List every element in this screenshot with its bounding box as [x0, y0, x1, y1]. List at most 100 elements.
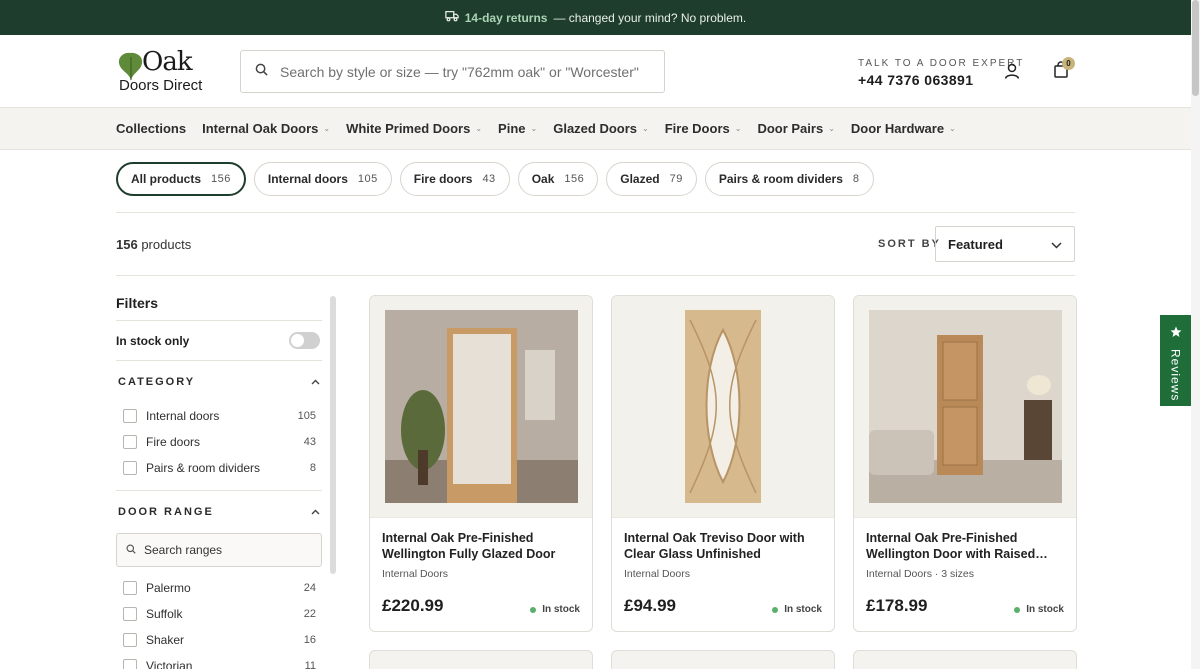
nav-item-internal-oak-doors[interactable]: Internal Oak Doors ⌄: [202, 121, 330, 136]
cart-icon[interactable]: 0: [1053, 57, 1075, 84]
page-scrollbar[interactable]: [1191, 0, 1200, 669]
chevron-down-icon: ⌄: [828, 124, 835, 133]
stock-status: In stock: [1014, 604, 1064, 615]
search-input[interactable]: [280, 63, 650, 80]
checkbox[interactable]: [123, 435, 137, 449]
product-meta: Internal Doors · 3 sizes: [866, 568, 974, 580]
pill-pairs-room-dividers[interactable]: Pairs & room dividers 8: [704, 162, 874, 196]
product-name[interactable]: Internal Oak Pre-Finished Wellington Ful…: [382, 530, 582, 562]
category-option[interactable]: Pairs & room dividers 8: [116, 455, 322, 481]
logo-word: Oak: [142, 47, 193, 77]
chevron-down-icon: ⌄: [949, 124, 956, 133]
product-card[interactable]: Internal Oak Pre-Finished Wellington Ful…: [369, 295, 593, 632]
chevron-down-icon: ⌄: [530, 124, 538, 133]
product-meta: Internal Doors: [624, 568, 690, 580]
divider: [116, 212, 1075, 213]
pill-fire-doors[interactable]: Fire doors 43: [399, 162, 510, 196]
range-option[interactable]: Palermo 24: [116, 575, 322, 601]
category-option[interactable]: Fire doors 43: [116, 429, 322, 455]
divider: [116, 275, 1075, 276]
sort-value: Featured: [948, 236, 1003, 252]
chevron-down-icon: ⌄: [475, 124, 483, 133]
contact-block[interactable]: Talk to a door expert +44 7376 063891: [858, 58, 1024, 88]
in-stock-filter[interactable]: In stock only: [116, 321, 322, 361]
nav-item-pine[interactable]: Pine ⌄: [498, 121, 537, 136]
announcement-text: — changed your mind? No problem.: [553, 10, 747, 25]
checkbox[interactable]: [123, 409, 137, 423]
chevron-down-icon: ⌄: [734, 124, 742, 133]
search-icon: [255, 63, 268, 81]
product-card[interactable]: Internal Oak Treviso Door with Clear Gla…: [611, 295, 835, 632]
logo-sub: Doors Direct: [119, 77, 203, 94]
truck-icon: [445, 9, 459, 26]
product-price: £94.99: [624, 596, 676, 615]
star-icon: [1170, 325, 1182, 343]
pill-oak[interactable]: Oak 156: [517, 162, 599, 196]
chevron-up-icon: [311, 507, 320, 518]
stock-dot-icon: [772, 606, 779, 613]
range-option[interactable]: Suffolk 22: [116, 601, 322, 627]
product-name[interactable]: Internal Oak Pre-Finished Wellington Doo…: [866, 530, 1066, 562]
checkbox[interactable]: [123, 633, 137, 647]
reviews-label: Reviews: [1168, 349, 1183, 402]
stock-dot-icon: [1014, 606, 1021, 613]
range-option[interactable]: Victorian 11: [116, 653, 322, 669]
product-image[interactable]: [854, 296, 1076, 518]
product-price: £178.99: [866, 596, 928, 615]
chevron-up-icon: [311, 377, 320, 388]
search-icon: [126, 543, 136, 557]
account-icon[interactable]: [1003, 62, 1021, 85]
nav-item-door-hardware[interactable]: Door Hardware ⌄: [851, 121, 956, 136]
announcement-bold: 14-day returns: [464, 10, 548, 25]
in-stock-label: In stock only: [116, 333, 190, 348]
search-box[interactable]: [240, 50, 665, 93]
checkbox[interactable]: [123, 581, 137, 595]
product-card[interactable]: [611, 650, 835, 669]
chevron-down-icon: ⌄: [642, 124, 649, 133]
main-nav: Collections Internal Oak Doors ⌄ White Pr…: [0, 108, 1191, 150]
filters-title: Filters: [116, 295, 322, 321]
in-stock-toggle[interactable]: [289, 332, 320, 349]
product-card[interactable]: [853, 650, 1077, 669]
nav-item-white-primed-doors[interactable]: White Primed Doors ⌄: [346, 121, 482, 136]
category-option[interactable]: Internal doors 105: [116, 403, 322, 429]
filters-scrollbar[interactable]: [330, 296, 336, 574]
product-card[interactable]: Internal Oak Pre-Finished Wellington Doo…: [853, 295, 1077, 632]
product-price: £220.99: [382, 596, 444, 615]
product-image[interactable]: [612, 296, 834, 518]
checkbox[interactable]: [123, 461, 137, 475]
pill-all-products[interactable]: All products 156: [116, 162, 246, 196]
checkbox[interactable]: [123, 607, 137, 621]
nav-item-fire-doors[interactable]: Fire Doors ⌄: [665, 121, 742, 136]
nav-item-door-pairs[interactable]: Door Pairs ⌄: [757, 121, 834, 136]
site-header: Oak Doors Direct Talk to a door expert +…: [0, 35, 1191, 108]
nav-item-collections[interactable]: Collections: [116, 121, 186, 136]
phone-number[interactable]: +44 7376 063891: [858, 72, 1024, 88]
chevron-down-icon: [1051, 237, 1062, 252]
scrollbar-thumb[interactable]: [1192, 0, 1199, 96]
filters-sidebar: Filters In stock only CATEGORY Internal …: [116, 295, 322, 669]
door-range-section-header[interactable]: DOOR RANGE: [116, 491, 322, 533]
range-search-input[interactable]: Search ranges: [116, 533, 322, 567]
stock-dot-icon: [530, 606, 537, 613]
stock-status: In stock: [530, 604, 580, 615]
nav-item-glazed-doors[interactable]: Glazed Doors ⌄: [553, 121, 649, 136]
cart-count-badge: 0: [1062, 57, 1075, 70]
product-image[interactable]: [370, 296, 592, 518]
pill-internal-doors[interactable]: Internal doors 105: [253, 162, 392, 196]
result-count: 156 products: [116, 237, 192, 252]
reviews-tab[interactable]: Reviews: [1160, 315, 1191, 406]
category-section-header[interactable]: CATEGORY: [116, 361, 322, 403]
sort-select[interactable]: Featured: [935, 226, 1075, 262]
category-pills: All products 156 Internal doors 105 Fire d…: [116, 162, 874, 196]
chevron-down-icon: ⌄: [323, 124, 331, 133]
checkbox[interactable]: [123, 659, 137, 669]
talk-label: Talk to a door expert: [858, 58, 1025, 69]
announcement-bar: 14-day returns — changed your mind? No p…: [0, 0, 1191, 35]
product-name[interactable]: Internal Oak Treviso Door with Clear Gla…: [624, 530, 824, 562]
logo[interactable]: Oak Doors Direct: [116, 47, 206, 95]
product-card[interactable]: [369, 650, 593, 669]
pill-glazed[interactable]: Glazed 79: [606, 162, 697, 196]
range-option[interactable]: Shaker 16: [116, 627, 322, 653]
product-meta: Internal Doors: [382, 568, 448, 580]
